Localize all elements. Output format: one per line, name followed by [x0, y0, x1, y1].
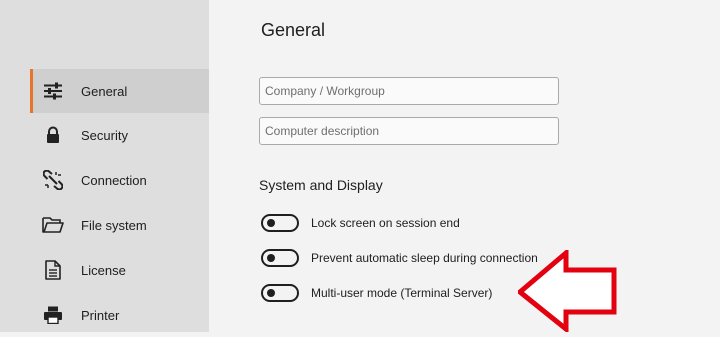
- sidebar-item-general[interactable]: General: [30, 69, 209, 113]
- sidebar-item-label: License: [81, 262, 126, 278]
- sidebar-item-file-system[interactable]: File system: [30, 203, 209, 247]
- toggle-label: Multi-user mode (Terminal Server): [311, 286, 493, 300]
- broken-link-icon: [42, 169, 64, 191]
- sidebar-item-printer[interactable]: Printer: [30, 293, 209, 337]
- toggle-row-prevent-sleep: Prevent automatic sleep during connectio…: [261, 247, 538, 269]
- sliders-icon: [42, 80, 64, 102]
- red-arrow-icon: [518, 250, 617, 332]
- toggle-row-lock-screen: Lock screen on session end: [261, 212, 460, 234]
- printer-icon: [42, 304, 64, 326]
- sidebar-item-label: General: [81, 83, 128, 99]
- toggle-label: Lock screen on session end: [311, 216, 460, 230]
- folder-icon: [42, 214, 64, 236]
- toggle-row-multi-user: Multi-user mode (Terminal Server): [261, 282, 492, 304]
- document-icon: [42, 259, 64, 281]
- lock-screen-toggle[interactable]: [261, 214, 299, 232]
- sidebar: General Security Connection File system …: [0, 0, 209, 332]
- sidebar-item-label: Printer: [81, 307, 120, 323]
- section-title-system-display: System and Display: [259, 177, 383, 193]
- sidebar-item-connection[interactable]: Connection: [30, 158, 209, 202]
- page-title: General: [261, 20, 326, 40]
- sidebar-item-label: Security: [81, 127, 128, 143]
- multi-user-mode-toggle[interactable]: [261, 284, 299, 302]
- sidebar-item-license[interactable]: License: [30, 248, 209, 292]
- lock-icon: [42, 124, 64, 146]
- company-workgroup-input[interactable]: [259, 77, 559, 105]
- prevent-sleep-toggle[interactable]: [261, 249, 299, 267]
- toggle-label: Prevent automatic sleep during connectio…: [311, 251, 538, 265]
- sidebar-item-label: File system: [81, 217, 147, 233]
- sidebar-item-label: Connection: [81, 172, 147, 188]
- settings-panel: General System and Display Lock screen o…: [209, 0, 720, 332]
- sidebar-item-security[interactable]: Security: [30, 113, 209, 157]
- computer-description-input[interactable]: [259, 117, 559, 145]
